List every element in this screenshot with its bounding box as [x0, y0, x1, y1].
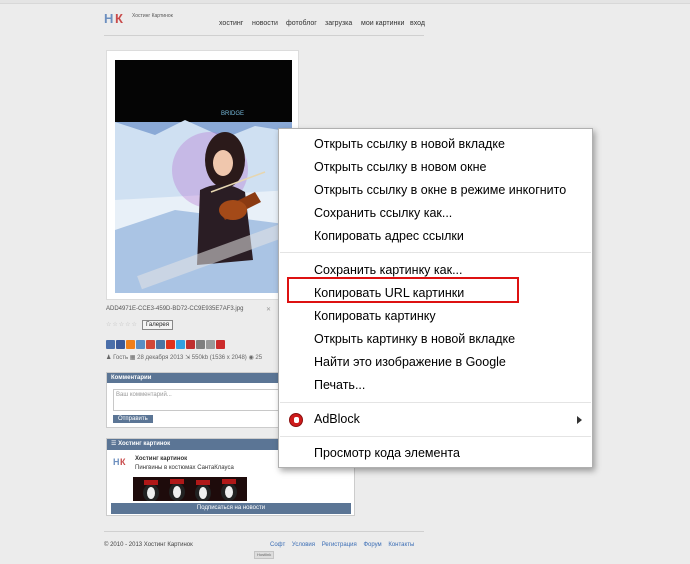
share-button-icon[interactable] [106, 340, 115, 349]
gallery-button[interactable]: Галерея [142, 320, 174, 330]
nav-my-images[interactable]: мои картинки [361, 20, 404, 27]
subscribe-button[interactable]: Подписаться на новости [111, 503, 351, 514]
share-button-icon[interactable] [166, 340, 175, 349]
hosting-item-title[interactable]: Хостинг картинок [135, 456, 187, 462]
meta-date: 28 декабря 2013 [137, 355, 184, 361]
nav-news[interactable]: новости [252, 20, 278, 27]
menu-open-image-new-tab[interactable]: Открыть картинку в новой вкладке [279, 328, 592, 351]
share-button-icon[interactable] [136, 340, 145, 349]
menu-copy-link-address[interactable]: Копировать адрес ссылки [279, 225, 592, 248]
meta-views: 25 [255, 355, 263, 361]
share-button-icon[interactable] [116, 340, 125, 349]
share-button-icon[interactable] [156, 340, 165, 349]
hosting-item-desc: Пингвины в костюмах СантаКлауса [135, 465, 234, 471]
svg-text:BRIDGE: BRIDGE [221, 111, 244, 117]
share-button-icon[interactable] [146, 340, 155, 349]
menu-adblock-label: AdBlock [314, 412, 360, 426]
submenu-arrow-icon [577, 416, 582, 424]
menu-separator [280, 402, 591, 403]
share-button-icon[interactable] [196, 340, 205, 349]
size-icon: ⇲ [185, 355, 191, 361]
menu-search-image-google[interactable]: Найти это изображение в Google [279, 351, 592, 374]
logo-subtitle: Хостинг Картинок [132, 13, 173, 19]
adblock-icon [289, 413, 303, 427]
footer-copyright: © 2010 - 2013 Хостинг Картинок [104, 542, 193, 548]
views-icon: ◉ [248, 355, 254, 361]
nav-login[interactable]: вход [410, 20, 425, 27]
close-icon[interactable]: ✕ [266, 306, 271, 313]
footer-link-contacts[interactable]: Контакты [388, 542, 414, 548]
nav-upload[interactable]: загрузка [325, 20, 352, 27]
footer-link-soft[interactable]: Софт [270, 542, 285, 548]
violinist-photo[interactable]: BRIDGE [115, 60, 292, 293]
menu-inspect-element[interactable]: Просмотр кода элемента [279, 442, 592, 465]
menu-save-link-as[interactable]: Сохранить ссылку как... [279, 202, 592, 225]
rating-stars[interactable]: ☆☆☆☆☆ [106, 321, 138, 328]
menu-open-link-new-tab[interactable]: Открыть ссылку в новой вкладке [279, 133, 592, 156]
browser-top-bar [0, 0, 690, 4]
share-buttons [106, 336, 226, 349]
logo-letter-k: К [115, 11, 123, 26]
footer-links: Софт Условия Регистрация Форум Контакты [270, 542, 419, 548]
share-button-icon[interactable] [186, 340, 195, 349]
logo-letter-n: Н [104, 11, 113, 26]
share-button-icon[interactable] [216, 340, 225, 349]
header-divider [104, 35, 424, 36]
hosting-logo: Н К [113, 457, 126, 467]
menu-open-link-new-window[interactable]: Открыть ссылку в новом окне [279, 156, 592, 179]
share-button-icon[interactable] [126, 340, 135, 349]
image-meta: ♟ Гость ▦ 28 декабря 2013 ⇲ 550kb (1536 … [106, 354, 262, 361]
nav-photoblog[interactable]: фотоблог [286, 20, 317, 27]
menu-separator [280, 436, 591, 437]
menu-separator [280, 252, 591, 253]
footer-link-terms[interactable]: Условия [292, 542, 315, 548]
meta-size: 550kb (1536 x 2048) [191, 355, 247, 361]
meta-author: Гость [113, 355, 129, 361]
share-button-icon[interactable] [176, 340, 185, 349]
penguins-thumbnail[interactable] [133, 477, 247, 501]
footer-link-forum[interactable]: Форум [363, 542, 381, 548]
list-icon: ☰ [111, 441, 117, 447]
nav-hosting[interactable]: хостинг [219, 20, 243, 27]
image-filename: ADD4971E-CCE3-459D-BD72-CC9E935E7AF3.jpg [106, 306, 244, 312]
share-button-icon[interactable] [206, 340, 215, 349]
site-logo[interactable]: Н К [104, 12, 128, 26]
menu-open-link-incognito[interactable]: Открыть ссылку в окне в режиме инкогнито [279, 179, 592, 202]
menu-print[interactable]: Печать... [279, 374, 592, 397]
user-icon: ♟ [106, 355, 112, 361]
image-card: BRIDGE [106, 50, 299, 300]
footer-divider [104, 531, 424, 532]
highlight-box [287, 277, 519, 303]
counter-badge[interactable]: Hostlink [254, 551, 275, 559]
send-comment-button[interactable]: Отправить [113, 415, 153, 423]
menu-adblock[interactable]: AdBlock [279, 408, 592, 431]
footer-link-register[interactable]: Регистрация [322, 542, 357, 548]
calendar-icon: ▦ [129, 355, 136, 361]
menu-copy-image[interactable]: Копировать картинку [279, 305, 592, 328]
